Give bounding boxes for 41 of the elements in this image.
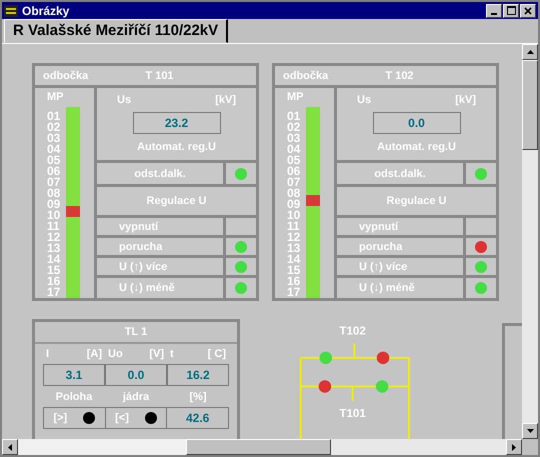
scroll-left-button[interactable] xyxy=(2,439,18,455)
scroll-down-button[interactable] xyxy=(522,423,538,439)
panel-title: TL 1 xyxy=(35,322,237,344)
measure-label: t xyxy=(170,348,174,360)
field-label: [%] xyxy=(188,391,208,403)
maximize-icon xyxy=(506,6,516,15)
left-arrow-icon xyxy=(8,444,12,450)
voltage-value: 0.0 xyxy=(372,112,460,134)
app-icon xyxy=(4,4,18,16)
core-position-button[interactable]: [>] xyxy=(44,408,106,428)
vertical-scrollbar[interactable] xyxy=(522,44,538,439)
right-arrow-icon xyxy=(512,444,516,450)
tab[interactable]: R Valašské Meziříčí 110/22kV xyxy=(4,19,228,43)
scroll-up-button[interactable] xyxy=(522,44,538,60)
measure-value: 3.1 xyxy=(43,364,105,386)
down-arrow-icon xyxy=(526,429,534,433)
diagram-label: T102 xyxy=(339,324,366,338)
close-button[interactable] xyxy=(520,4,536,18)
measure-value: 16.2 xyxy=(167,364,229,386)
window-title: Obrázky xyxy=(22,4,70,18)
minimize-icon xyxy=(491,12,497,14)
scroll-thumb[interactable] xyxy=(522,60,538,150)
measure-value: 0.0 xyxy=(105,364,167,386)
unit-label: [V] xyxy=(149,348,164,360)
horizontal-scrollbar[interactable] xyxy=(2,439,522,455)
measure-label: Uo xyxy=(108,348,123,360)
up-arrow-icon xyxy=(526,50,534,54)
measure-label: I xyxy=(46,348,50,360)
scroll-thumb[interactable] xyxy=(186,439,331,455)
diagram-label: T101 xyxy=(339,406,366,420)
minimize-button[interactable] xyxy=(486,4,502,18)
field-label: Poloha xyxy=(54,391,94,403)
unit-label: [ C] xyxy=(208,348,226,360)
close-icon xyxy=(524,6,532,14)
voltage-value: 23.2 xyxy=(132,112,220,134)
unit-label: [A] xyxy=(86,348,102,360)
percent-value: 42.6 xyxy=(186,411,210,425)
core-position-button[interactable]: [<] xyxy=(106,408,168,428)
scroll-right-button[interactable] xyxy=(506,439,522,455)
field-label: jádra xyxy=(122,391,150,403)
maximize-button[interactable] xyxy=(503,4,519,18)
